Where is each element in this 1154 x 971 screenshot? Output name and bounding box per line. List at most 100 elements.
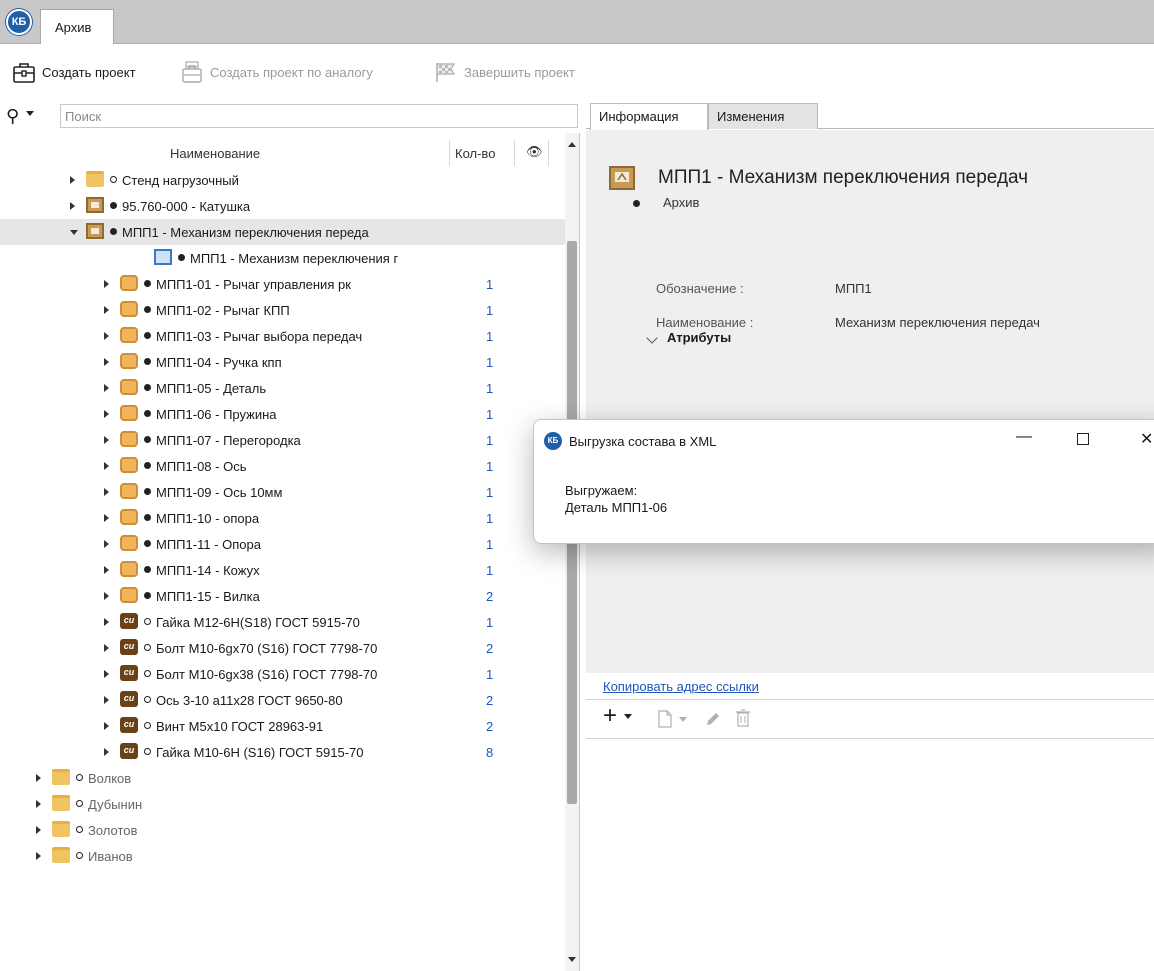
search-input[interactable] <box>60 104 578 128</box>
chevron-right-icon[interactable] <box>104 436 109 444</box>
tree-row[interactable]: си Гайка М12-6Н(S18) ГОСТ 5915-70 1 <box>0 609 565 635</box>
document-icon[interactable] <box>658 710 672 728</box>
scroll-up-arrow-icon[interactable] <box>568 142 576 147</box>
tree-row[interactable]: МПП1 - Механизм переключения переда <box>0 219 565 245</box>
part-icon <box>120 587 138 603</box>
tab-archive[interactable]: Архив <box>40 9 114 44</box>
trash-icon[interactable] <box>736 709 750 727</box>
chevron-right-icon[interactable] <box>104 696 109 704</box>
tree-row[interactable]: Стенд нагрузочный <box>0 167 565 193</box>
tree-row[interactable]: МПП1-14 - Кожух 1 <box>0 557 565 583</box>
chevron-right-icon[interactable] <box>104 644 109 652</box>
tree-row[interactable]: Дубынин <box>0 791 565 817</box>
status-dot-icon <box>110 176 117 183</box>
tree-row-label: Золотов <box>88 823 138 838</box>
chevron-right-icon[interactable] <box>36 774 41 782</box>
chevron-down-icon[interactable] <box>70 230 78 235</box>
tab-changes[interactable]: Изменения <box>708 103 818 129</box>
column-header-qty[interactable]: Кол-во <box>455 146 495 161</box>
chevron-right-icon[interactable] <box>104 410 109 418</box>
chevron-right-icon[interactable] <box>104 670 109 678</box>
tree-row[interactable]: Волков <box>0 765 565 791</box>
tree-row[interactable]: си Гайка М10-6Н (S16) ГОСТ 5915-70 8 <box>0 739 565 765</box>
create-by-analog-button[interactable]: Создать проект по аналогу <box>180 59 373 85</box>
chevron-right-icon[interactable] <box>104 566 109 574</box>
chevron-right-icon[interactable] <box>70 202 75 210</box>
chevron-right-icon[interactable] <box>36 852 41 860</box>
tree-row[interactable]: МПП1-07 - Перегородка 1 <box>0 427 565 453</box>
scroll-down-arrow-icon[interactable] <box>568 957 576 962</box>
tree-row[interactable]: Иванов <box>0 843 565 869</box>
tab-information[interactable]: Информация <box>590 103 708 130</box>
tree-row-label: 95.760-000 - Катушка <box>122 199 251 214</box>
pencil-icon[interactable] <box>704 710 722 728</box>
chevron-right-icon[interactable] <box>104 280 109 288</box>
chevron-right-icon[interactable] <box>104 592 109 600</box>
tree-row[interactable]: МПП1-01 - Рычаг управления рк 1 <box>0 271 565 297</box>
maximize-button[interactable] <box>1077 433 1089 445</box>
finish-project-button[interactable]: Завершить проект <box>434 59 575 85</box>
status-dot-icon <box>144 306 151 313</box>
minimize-button[interactable]: — <box>1016 428 1032 446</box>
chevron-down-icon[interactable] <box>646 332 658 344</box>
tree-row[interactable]: си Ось 3-10 а11х28 ГОСТ 9650-80 2 <box>0 687 565 713</box>
chevron-right-icon[interactable] <box>104 514 109 522</box>
tree-row[interactable]: МПП1-10 - опора 1 <box>0 505 565 531</box>
chevron-right-icon[interactable] <box>104 358 109 366</box>
chevron-right-icon[interactable] <box>36 826 41 834</box>
standard-item-icon: си <box>120 691 138 707</box>
tree-row-label: МПП1-11 - Опора <box>156 537 261 552</box>
chevron-right-icon[interactable] <box>70 176 75 184</box>
column-divider[interactable] <box>449 140 450 166</box>
tree-header: Наименование Кол-во 👁 <box>0 136 565 166</box>
tree-row-qty: 2 <box>486 641 494 656</box>
eye-icon[interactable]: 👁 <box>526 144 543 160</box>
create-project-button[interactable]: Создать проект <box>12 59 136 85</box>
tree-row[interactable]: МПП1-03 - Рычаг выбора передач 1 <box>0 323 565 349</box>
object-title: МПП1 - Механизм переключения передач <box>658 167 1029 188</box>
tree-row[interactable]: МПП1 - Механизм переключения г <box>0 245 565 271</box>
column-divider[interactable] <box>548 140 549 166</box>
tree-row[interactable]: МПП1-09 - Ось 10мм 1 <box>0 479 565 505</box>
tree-row[interactable]: МПП1-04 - Ручка кпп 1 <box>0 349 565 375</box>
tree-row[interactable]: си Болт М10-6gx38 (S16) ГОСТ 7798-70 1 <box>0 661 565 687</box>
attributes-section-toggle[interactable]: Атрибуты <box>667 330 731 345</box>
tree-row[interactable]: МПП1-15 - Вилка 2 <box>0 583 565 609</box>
status-dot-icon <box>144 540 151 547</box>
part-icon <box>120 275 138 291</box>
vertical-scrollbar[interactable] <box>565 133 579 971</box>
chevron-right-icon[interactable] <box>104 306 109 314</box>
column-header-name[interactable]: Наименование <box>170 146 260 161</box>
chevron-right-icon[interactable] <box>104 540 109 548</box>
tree-row-label: МПП1-08 - Ось <box>156 459 247 474</box>
tree-row[interactable]: МПП1-08 - Ось 1 <box>0 453 565 479</box>
tree-row[interactable]: МПП1-11 - Опора 1 <box>0 531 565 557</box>
copy-link-address[interactable]: Копировать адрес ссылки <box>603 679 759 694</box>
close-button[interactable]: ✕ <box>1140 429 1153 449</box>
tree-row[interactable]: МПП1-02 - Рычаг КПП 1 <box>0 297 565 323</box>
add-icon[interactable]: + <box>603 702 617 730</box>
status-dot-icon <box>144 462 151 469</box>
column-divider[interactable] <box>514 140 515 166</box>
tree-row[interactable]: МПП1-05 - Деталь 1 <box>0 375 565 401</box>
chevron-down-icon[interactable] <box>26 111 34 116</box>
chevron-right-icon[interactable] <box>104 618 109 626</box>
chevron-right-icon[interactable] <box>104 332 109 340</box>
search-icon[interactable]: ⚲ <box>6 106 19 126</box>
chevron-right-icon[interactable] <box>104 722 109 730</box>
tree-row-qty: 1 <box>486 277 494 292</box>
chevron-down-icon[interactable] <box>624 714 632 719</box>
chevron-right-icon[interactable] <box>104 384 109 392</box>
tree-row[interactable]: си Винт М5х10 ГОСТ 28963-91 2 <box>0 713 565 739</box>
tree-row[interactable]: Золотов <box>0 817 565 843</box>
chevron-right-icon[interactable] <box>104 488 109 496</box>
tree-row[interactable]: 95.760-000 - Катушка <box>0 193 565 219</box>
tree-row[interactable]: си Болт М10-6gx70 (S16) ГОСТ 7798-70 2 <box>0 635 565 661</box>
chevron-right-icon[interactable] <box>104 748 109 756</box>
chevron-right-icon[interactable] <box>36 800 41 808</box>
tree-row-qty: 2 <box>486 719 494 734</box>
app-logo-icon: КБ <box>544 432 562 450</box>
chevron-down-icon[interactable] <box>679 717 687 722</box>
chevron-right-icon[interactable] <box>104 462 109 470</box>
tree-row[interactable]: МПП1-06 - Пружина 1 <box>0 401 565 427</box>
